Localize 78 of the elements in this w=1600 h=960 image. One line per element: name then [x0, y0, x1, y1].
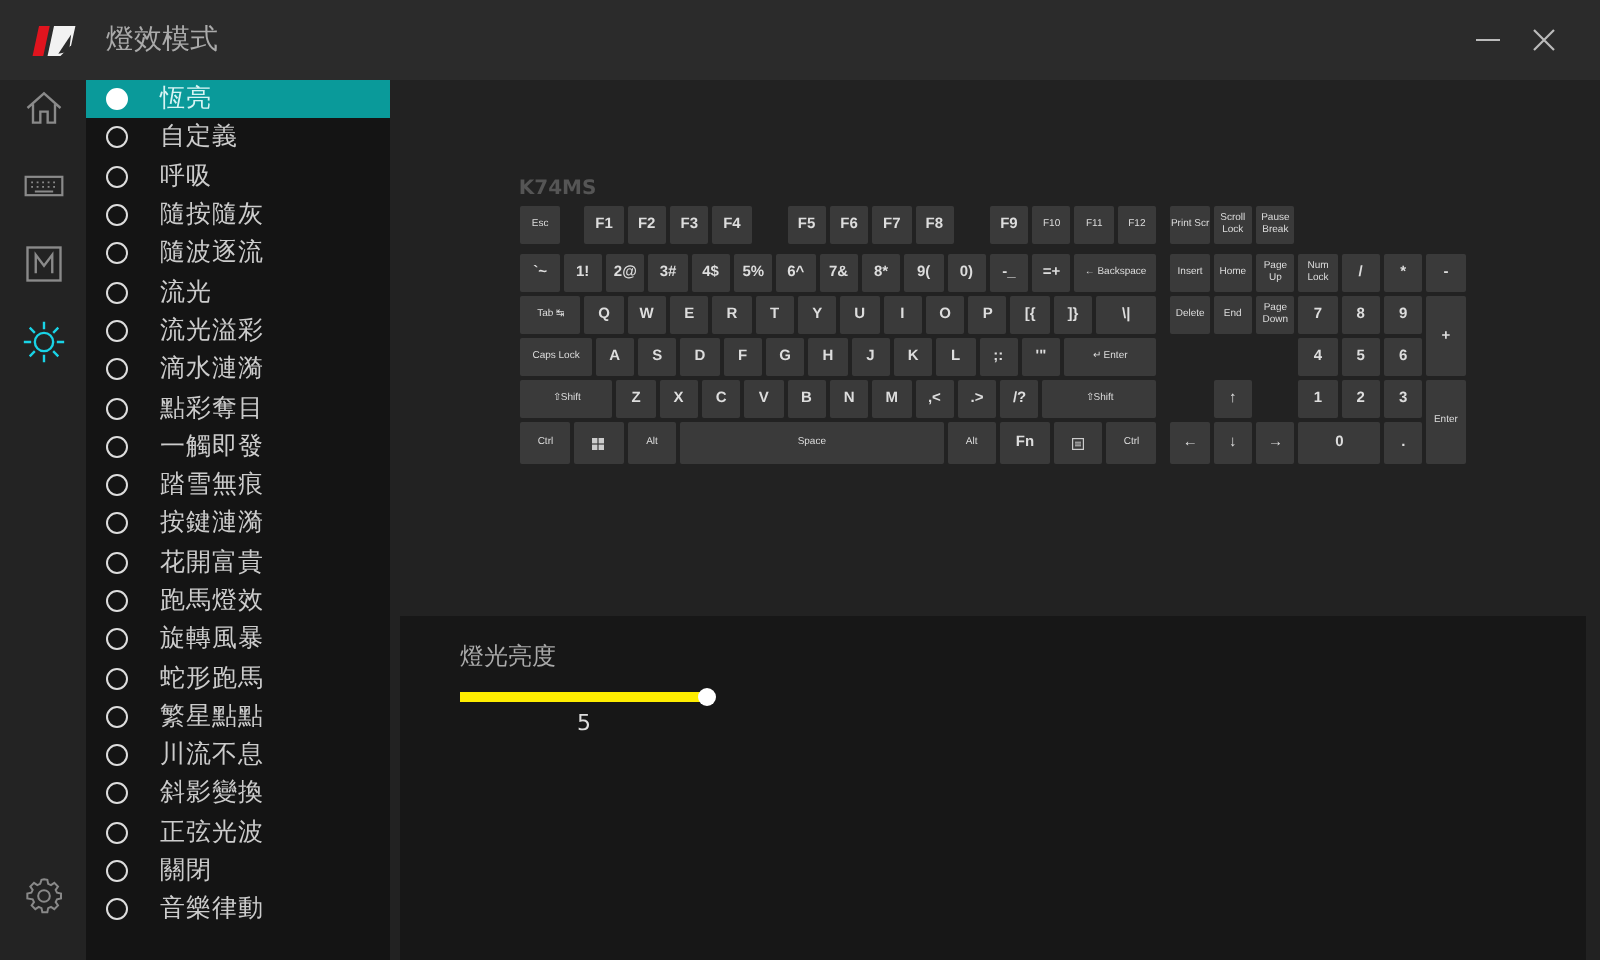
- settings-icon[interactable]: [23, 876, 63, 916]
- logo-icon: [32, 25, 76, 55]
- effect-item[interactable]: 點彩奪目: [86, 388, 390, 428]
- effect-label: 滴水漣漪: [160, 352, 264, 387]
- home-icon[interactable]: [21, 86, 65, 130]
- effect-item[interactable]: 呼吸: [86, 157, 390, 196]
- radio-button[interactable]: [106, 744, 128, 767]
- effect-label: 川流不息: [160, 738, 264, 773]
- close-icon[interactable]: [1532, 28, 1556, 52]
- radio-button[interactable]: [106, 319, 128, 342]
- radio-button[interactable]: [106, 204, 128, 227]
- effect-label: 踏雪無痕: [160, 468, 264, 503]
- radio-button[interactable]: [106, 281, 128, 304]
- effect-item[interactable]: 旋轉風暴: [86, 620, 390, 659]
- windows-icon: [592, 437, 605, 449]
- effect-item[interactable]: 川流不息: [86, 736, 390, 775]
- effect-item[interactable]: 音樂律動: [86, 890, 390, 930]
- effect-label: 隨按隨灰: [160, 198, 264, 233]
- effect-item[interactable]: 斜影變換: [86, 774, 390, 814]
- effect-label: 呼吸: [160, 159, 212, 194]
- radio-button[interactable]: [106, 590, 128, 612]
- effect-label: 跑馬燈效: [160, 584, 264, 618]
- effect-item[interactable]: 自定義: [86, 118, 390, 158]
- effect-label: 繁星點點: [160, 699, 264, 734]
- effect-label: 自定義: [160, 120, 238, 155]
- radio-button[interactable]: [106, 397, 128, 420]
- radio-button[interactable]: [106, 898, 128, 921]
- menu-key-icon: [1072, 437, 1085, 449]
- effect-label: 蛇形跑馬: [160, 661, 264, 696]
- radio-button[interactable]: [106, 474, 128, 497]
- effect-item[interactable]: 關閉: [86, 851, 390, 891]
- effect-item[interactable]: 按鍵漣漪: [86, 504, 390, 544]
- effect-label: 正弦光波: [160, 815, 264, 850]
- radio-button[interactable]: [106, 551, 128, 574]
- effect-item[interactable]: 正弦光波: [86, 813, 390, 852]
- m-letter-icon[interactable]: [21, 242, 65, 286]
- window-title: 燈效模式: [106, 22, 218, 58]
- radio-button[interactable]: [106, 242, 128, 265]
- effect-item[interactable]: 隨波逐流: [86, 234, 390, 273]
- brightness-value: 5: [575, 710, 593, 736]
- radio-button[interactable]: [106, 667, 128, 690]
- effect-item[interactable]: 流光: [86, 272, 390, 312]
- effect-item[interactable]: 蛇形跑馬: [86, 658, 390, 698]
- effect-label: 旋轉風暴: [160, 622, 264, 657]
- effect-item[interactable]: 踏雪無痕: [86, 465, 390, 505]
- sun-icon[interactable]: [21, 320, 65, 364]
- effect-label: 音樂律動: [160, 892, 264, 927]
- effect-item[interactable]: 跑馬燈效: [86, 581, 390, 621]
- key[interactable]: [574, 422, 624, 464]
- effect-item[interactable]: 滴水漣漪: [86, 350, 390, 389]
- effect-label: 隨波逐流: [160, 236, 264, 271]
- effect-label: 關閉: [160, 854, 212, 889]
- effect-item[interactable]: 一觸即發: [86, 427, 390, 466]
- radio-button[interactable]: [106, 435, 128, 458]
- effect-label: 斜影變換: [160, 776, 264, 811]
- radio-button[interactable]: [106, 358, 128, 381]
- effect-item[interactable]: 隨按隨灰: [86, 195, 390, 235]
- radio-button[interactable]: [106, 165, 128, 188]
- effect-label: 按鍵漣漪: [160, 506, 264, 541]
- effect-label: 流光: [160, 275, 212, 310]
- radio-button[interactable]: [106, 782, 128, 805]
- radio-button[interactable]: [106, 705, 128, 728]
- effect-label: 流光溢彩: [160, 313, 264, 348]
- radio-button[interactable]: [106, 821, 128, 844]
- effect-item[interactable]: 花開富貴: [86, 543, 390, 582]
- effect-item[interactable]: 流光溢彩: [86, 311, 390, 351]
- effect-label: 花開富貴: [160, 545, 264, 580]
- radio-button[interactable]: [106, 126, 128, 149]
- radio-button[interactable]: [106, 860, 128, 883]
- effect-label: 一觸即發: [160, 429, 264, 464]
- effect-label: 點彩奪目: [160, 391, 264, 426]
- effect-item[interactable]: 繁星點點: [86, 697, 390, 737]
- key[interactable]: [1053, 422, 1103, 464]
- radio-button[interactable]: [106, 628, 128, 651]
- slider-thumb[interactable]: [698, 688, 716, 706]
- effect-label: 恆亮: [160, 82, 212, 117]
- radio-button[interactable]: [106, 512, 128, 535]
- brightness-label: 燈光亮度: [460, 640, 556, 674]
